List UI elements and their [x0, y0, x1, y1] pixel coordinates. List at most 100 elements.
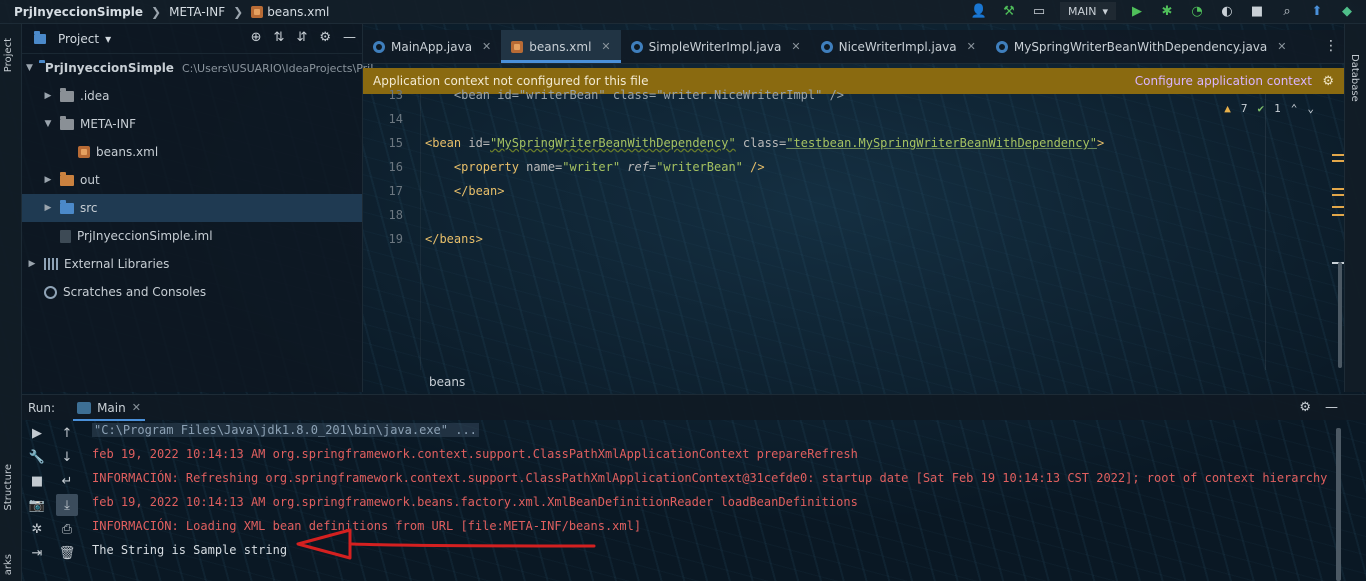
gear-icon[interactable]: ⚙: [1299, 400, 1311, 415]
search-icon[interactable]: ⌕: [1278, 2, 1296, 20]
tab-myspringwriterbean-java[interactable]: MySpringWriterBeanWithDependency.java ✕: [986, 30, 1297, 63]
java-class-icon: [995, 40, 1008, 53]
update-icon[interactable]: ⬆: [1308, 2, 1326, 20]
breadcrumb-beans[interactable]: beans: [429, 375, 465, 389]
expand-all-icon[interactable]: ⇅: [274, 30, 285, 45]
camera-icon[interactable]: 📷: [26, 494, 48, 516]
chevron-down-icon: ▾: [105, 31, 112, 46]
close-icon[interactable]: ✕: [601, 40, 610, 53]
xml-file-icon: [511, 40, 524, 53]
database-tool-tab[interactable]: Database: [1349, 54, 1360, 102]
coverage-icon[interactable]: ◔: [1188, 2, 1206, 20]
chevron-up-icon[interactable]: ⌃: [1291, 102, 1298, 115]
project-view-selector[interactable]: Project ▾: [34, 30, 112, 46]
collapse-all-icon[interactable]: ⇵: [296, 30, 307, 45]
close-icon[interactable]: ✕: [132, 401, 141, 414]
close-icon[interactable]: ✕: [1277, 40, 1286, 53]
console-scrollbar[interactable]: [1336, 428, 1341, 581]
tree-item-project-root[interactable]: ▼ PrjInyeccionSimple C:\Users\USUARIO\Id…: [22, 54, 374, 82]
breadcrumb-meta-inf[interactable]: META-INF ❯: [169, 5, 243, 19]
xml-value: "writer": [562, 160, 621, 174]
tree-item-src[interactable]: ▶ src: [22, 194, 362, 222]
build-hammer-icon[interactable]: ⚒: [1000, 2, 1018, 20]
run-panel-header: Run: Main ✕ ⚙ —: [22, 394, 1366, 421]
more-vertical-icon[interactable]: ⋮: [1324, 38, 1338, 54]
xml-attr: ref=: [620, 160, 657, 174]
tab-label: NiceWriterImpl.java: [838, 39, 957, 54]
run-icon[interactable]: ▶: [1128, 2, 1146, 20]
exit-icon[interactable]: ⇥: [26, 542, 48, 564]
tree-item-beans-xml[interactable]: beans.xml: [22, 138, 362, 166]
folder-icon: [60, 115, 74, 130]
close-icon[interactable]: ✕: [482, 40, 491, 53]
tab-nicewriterimpl-java[interactable]: NiceWriterImpl.java ✕: [811, 30, 986, 63]
breadcrumb-beans-xml[interactable]: beans.xml: [251, 5, 329, 19]
arrow-up-icon[interactable]: ↑: [56, 422, 78, 444]
settings-icon[interactable]: ✲: [26, 518, 48, 540]
tree-item-meta-inf[interactable]: ▼ META-INF: [22, 110, 362, 138]
locate-icon[interactable]: ⊕: [251, 30, 262, 45]
chevron-right-icon: ▶: [44, 203, 52, 213]
error-stripe-marker[interactable]: [1332, 214, 1344, 216]
minimize-icon[interactable]: —: [1325, 400, 1338, 415]
run-panel-label: Run:: [28, 400, 56, 415]
project-tool-tab[interactable]: Project: [3, 38, 14, 72]
error-stripe-marker[interactable]: [1332, 154, 1344, 156]
arrow-down-icon[interactable]: ↓: [56, 446, 78, 468]
scroll-to-end-icon[interactable]: ⤓: [56, 494, 78, 516]
profile-icon[interactable]: ◐: [1218, 2, 1236, 20]
error-stripe-marker[interactable]: [1332, 206, 1344, 208]
project-folder-icon: [34, 30, 46, 44]
left-tool-strip: Project Structure arks: [0, 24, 22, 581]
wrench-icon[interactable]: 🔧: [26, 446, 48, 468]
tree-item-external-libraries[interactable]: ▶ External Libraries: [22, 250, 362, 278]
check-icon: ✔: [1257, 102, 1265, 115]
run-tab-label: Main: [97, 400, 126, 415]
java-class-icon: [373, 40, 385, 53]
gear-icon[interactable]: ⚙: [319, 30, 331, 45]
annotation-arrow: [296, 528, 596, 560]
stop-icon[interactable]: ■: [26, 470, 48, 492]
soft-wrap-icon[interactable]: ↵: [56, 470, 78, 492]
device-icon[interactable]: ▭: [1030, 2, 1048, 20]
editor-scrollbar[interactable]: [1338, 262, 1342, 368]
print-icon[interactable]: ⎙: [56, 518, 78, 540]
bookmarks-tool-tab[interactable]: arks: [3, 554, 14, 575]
user-icon[interactable]: 👤: [970, 2, 988, 20]
console-output[interactable]: "C:\Program Files\Java\jdk1.8.0_201\bin\…: [80, 420, 1336, 581]
stop-icon[interactable]: ■: [1248, 2, 1266, 20]
minimize-icon[interactable]: —: [343, 30, 356, 45]
rerun-icon[interactable]: ▶: [26, 422, 48, 444]
code-editor[interactable]: 13 <bean id="writerBean" class="writer.N…: [363, 88, 1344, 370]
tree-item-idea[interactable]: ▶ .idea: [22, 82, 362, 110]
breadcrumb-project[interactable]: PrjInyeccionSimple ❯: [14, 5, 161, 19]
tree-item-out[interactable]: ▶ out: [22, 166, 362, 194]
run-tab-main[interactable]: Main ✕: [73, 395, 145, 421]
tab-beans-xml[interactable]: beans.xml ✕: [501, 30, 622, 63]
structure-tool-tab[interactable]: Structure: [3, 464, 14, 511]
configure-context-link[interactable]: Configure application context: [1135, 74, 1312, 88]
tree-item-iml[interactable]: PrjInyeccionSimple.iml: [22, 222, 362, 250]
gear-icon[interactable]: ⚙: [1322, 74, 1334, 89]
error-stripe-marker[interactable]: [1332, 160, 1344, 162]
output-folder-icon: [60, 171, 74, 186]
java-class-icon: [820, 40, 833, 53]
tab-simplewriterimpl-java[interactable]: SimpleWriterImpl.java ✕: [621, 30, 811, 63]
tab-mainapp-java[interactable]: MainApp.java ✕: [363, 30, 501, 63]
error-stripe-marker[interactable]: [1332, 188, 1344, 190]
debug-icon[interactable]: ✱: [1158, 2, 1176, 20]
xml-file-icon: [78, 146, 90, 158]
plugin-icon[interactable]: ◆: [1338, 2, 1356, 20]
error-stripe-marker[interactable]: [1332, 194, 1344, 196]
line-number: 14: [388, 112, 403, 126]
run-config-selector[interactable]: MAIN ▾: [1059, 2, 1116, 20]
chevron-down-icon[interactable]: ⌄: [1307, 102, 1314, 115]
close-icon[interactable]: ✕: [791, 40, 800, 53]
inspection-widget[interactable]: ▲ 7 ✔ 1 ⌃ ⌄: [1224, 102, 1314, 115]
tree-item-scratches[interactable]: Scratches and Consoles: [22, 278, 362, 306]
trash-icon[interactable]: 🗑: [56, 542, 78, 564]
close-icon[interactable]: ✕: [967, 40, 976, 53]
console-icon: [77, 401, 92, 414]
console-line: feb 19, 2022 10:14:13 AM org.springframe…: [92, 495, 858, 509]
chevron-right-icon: ❯: [233, 4, 244, 19]
